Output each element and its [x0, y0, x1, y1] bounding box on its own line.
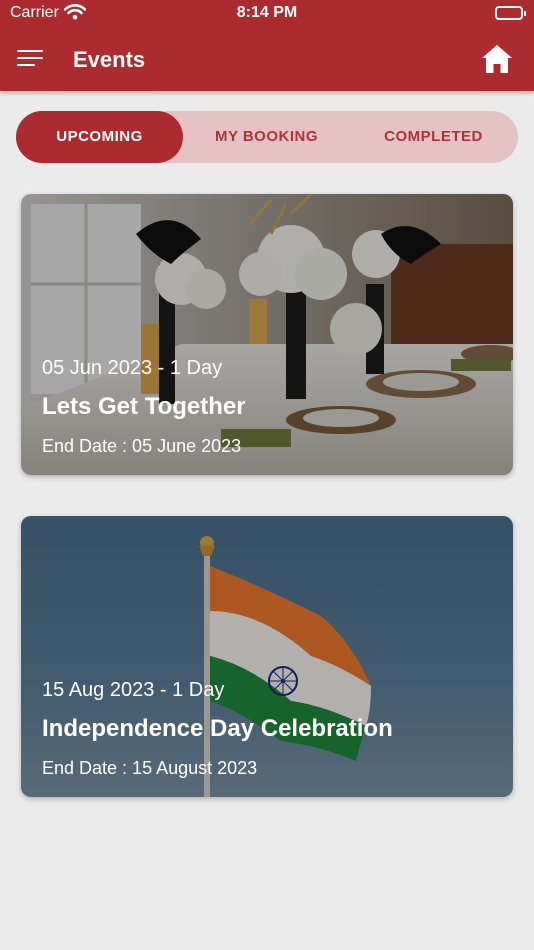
status-time: 8:14 PM — [236, 4, 298, 21]
home-icon[interactable] — [481, 44, 513, 74]
event-title: Independence Day Celebration — [42, 715, 393, 742]
event-card[interactable]: 15 Aug 2023 - 1 Day Independence Day Cel… — [21, 516, 513, 797]
app-header: Carrier 8:14 PM Events — [0, 0, 534, 91]
event-end-date: End Date : 05 June 2023 — [42, 436, 242, 456]
event-card[interactable]: 05 Jun 2023 - 1 Day Lets Get Together En… — [21, 194, 513, 475]
tab-completed[interactable]: COMPLETED — [350, 111, 517, 163]
event-date: 05 Jun 2023 - 1 Day — [42, 357, 223, 379]
battery-icon — [495, 6, 526, 20]
event-tabs: UPCOMING MY BOOKING COMPLETED — [16, 111, 518, 163]
event-title: Lets Get Together — [42, 393, 246, 420]
event-date: 15 Aug 2023 - 1 Day — [42, 679, 225, 701]
tab-upcoming[interactable]: UPCOMING — [16, 111, 183, 163]
hamburger-menu-icon[interactable] — [17, 50, 45, 68]
tab-my-booking[interactable]: MY BOOKING — [183, 111, 350, 163]
status-bar: Carrier 8:14 PM — [0, 0, 534, 28]
event-end-date: End Date : 15 August 2023 — [42, 758, 258, 778]
page-title: Events — [73, 47, 146, 72]
